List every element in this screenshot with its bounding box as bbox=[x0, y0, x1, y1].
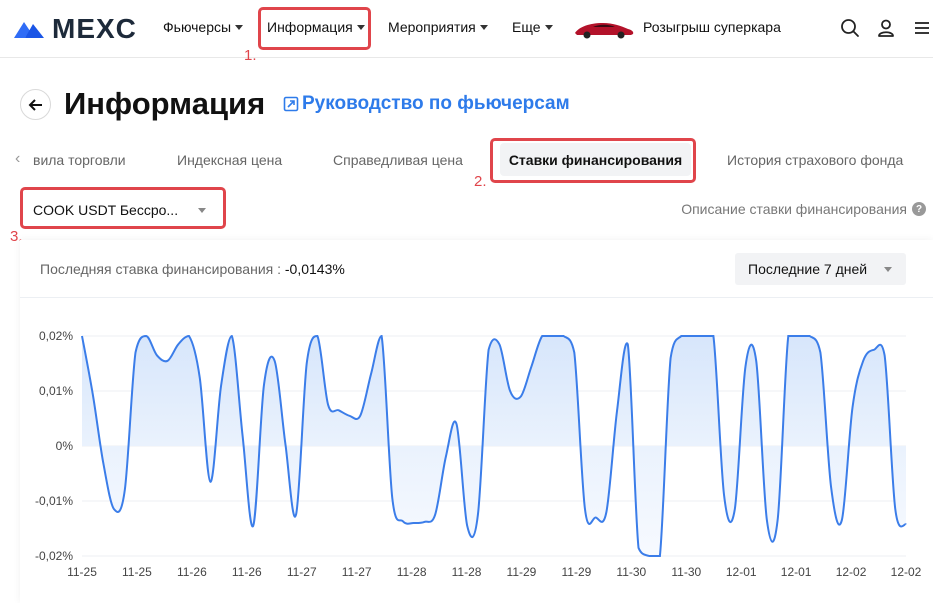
external-link-icon bbox=[283, 96, 299, 112]
x-tick-label: 12-01 bbox=[781, 565, 812, 579]
menu-icon[interactable] bbox=[913, 18, 931, 38]
user-icon[interactable] bbox=[876, 18, 896, 38]
x-tick-label: 11-25 bbox=[67, 565, 97, 579]
tab-trading-rules[interactable]: вила торговли bbox=[33, 152, 126, 168]
y-tick-label: 0,02% bbox=[39, 329, 73, 343]
x-tick-label: 12-02 bbox=[836, 565, 867, 579]
mexc-logo-icon bbox=[14, 22, 44, 38]
back-button[interactable] bbox=[20, 89, 51, 120]
y-tick-label: -0,01% bbox=[35, 494, 73, 508]
x-tick-label: 11-28 bbox=[452, 565, 482, 579]
annotation-marker-2: 2. bbox=[474, 173, 487, 190]
chevron-down-icon bbox=[479, 25, 488, 30]
y-tick-label: 0% bbox=[56, 439, 74, 453]
x-tick-label: 11-28 bbox=[397, 565, 427, 579]
x-tick-label: 11-29 bbox=[507, 565, 537, 579]
x-tick-label: 11-29 bbox=[561, 565, 591, 579]
x-tick-label: 11-25 bbox=[122, 565, 152, 579]
funding-rate-card: Последняя ставка финансирования : -0,014… bbox=[20, 240, 933, 603]
nav-supercar-promo[interactable]: Розыгрыш суперкара bbox=[643, 19, 781, 35]
funding-rate-chart: 0,02% 0,01% 0% -0,01% -0,02% 11-25 11-25 11-26… bbox=[35, 329, 922, 579]
tab-fair-price[interactable]: Справедливая цена bbox=[333, 152, 463, 168]
nav-more[interactable]: Еще bbox=[512, 19, 553, 35]
x-tick-label: 11-30 bbox=[616, 565, 646, 579]
tab-index-price[interactable]: Индексная цена bbox=[177, 152, 282, 168]
chevron-down-icon bbox=[544, 25, 553, 30]
top-nav: MEXC Фьючерсы Информация Мероприятия Еще… bbox=[0, 0, 933, 58]
y-tick-label: 0,01% bbox=[39, 384, 73, 398]
nav-events-label: Мероприятия bbox=[388, 19, 476, 35]
x-tick-label: 11-30 bbox=[671, 565, 701, 579]
futures-guide-link[interactable]: Руководство по фьючерсам bbox=[283, 93, 570, 115]
tab-insurance-fund-history[interactable]: История страхового фонда bbox=[727, 152, 903, 168]
x-tick-label: 12-01 bbox=[726, 565, 757, 579]
funding-rate-description-link[interactable]: Описание ставки финансирования ? bbox=[681, 201, 926, 217]
highlight-box-contract-select bbox=[20, 187, 226, 229]
nav-events[interactable]: Мероприятия bbox=[388, 19, 488, 35]
highlight-box-information bbox=[258, 7, 371, 50]
futures-guide-link-label: Руководство по фьючерсам bbox=[302, 93, 570, 114]
search-icon[interactable] bbox=[840, 18, 860, 38]
chevron-left-icon[interactable]: ‹ bbox=[15, 150, 20, 168]
x-tick-label: 12-02 bbox=[891, 565, 922, 579]
nav-futures[interactable]: Фьючерсы bbox=[163, 19, 244, 35]
y-tick-label: -0,02% bbox=[35, 549, 73, 563]
nav-more-label: Еще bbox=[512, 19, 541, 35]
x-tick-label: 11-27 bbox=[342, 565, 372, 579]
mexc-logo[interactable]: MEXC bbox=[12, 14, 137, 44]
highlight-box-funding-rates bbox=[490, 138, 696, 183]
chevron-down-icon bbox=[235, 25, 244, 30]
question-icon: ? bbox=[912, 202, 926, 216]
supercar-icon bbox=[575, 23, 634, 39]
annotation-marker-1: 1. bbox=[244, 47, 257, 64]
x-tick-label: 11-27 bbox=[287, 565, 317, 579]
x-tick-label: 11-26 bbox=[232, 565, 262, 579]
arrow-left-icon bbox=[28, 98, 42, 111]
page-title: Информация bbox=[64, 86, 266, 121]
nav-supercar-promo-label: Розыгрыш суперкара bbox=[643, 19, 781, 35]
x-tick-label: 11-26 bbox=[177, 565, 207, 579]
brand-name: MEXC bbox=[52, 13, 137, 44]
funding-rate-description-label: Описание ставки финансирования bbox=[681, 201, 907, 217]
nav-futures-label: Фьючерсы bbox=[163, 19, 232, 35]
